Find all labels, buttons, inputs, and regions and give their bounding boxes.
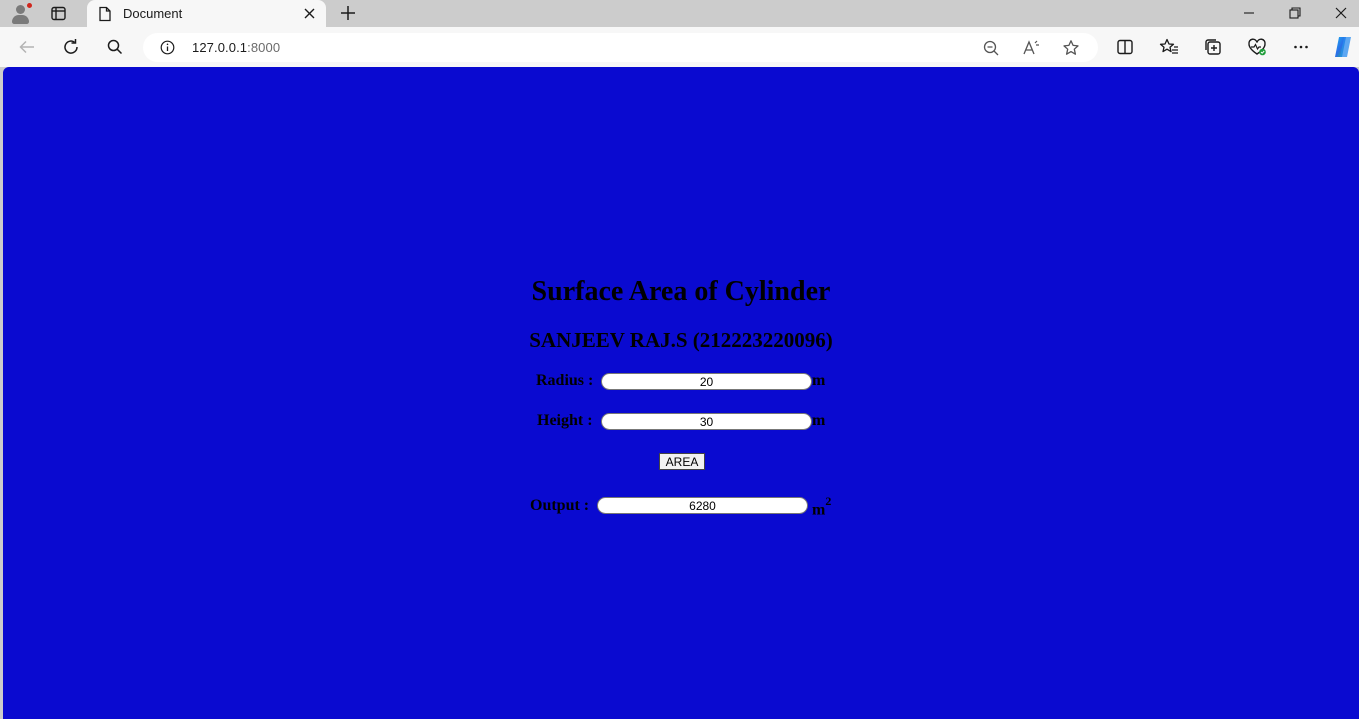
search-icon[interactable] bbox=[105, 37, 125, 57]
close-icon[interactable] bbox=[302, 6, 317, 21]
output-unit-base: m bbox=[812, 501, 826, 519]
tab-actions-icon[interactable] bbox=[50, 5, 67, 22]
info-icon[interactable] bbox=[160, 40, 175, 55]
restore-button[interactable] bbox=[1272, 0, 1318, 27]
output-field[interactable] bbox=[597, 497, 808, 514]
output-unit-exponent: 2 bbox=[825, 494, 832, 508]
favorite-star-icon[interactable] bbox=[1062, 39, 1080, 57]
address-bar[interactable]: 127.0.0.1:8000 bbox=[143, 33, 1098, 62]
refresh-icon[interactable] bbox=[61, 37, 81, 57]
back-icon[interactable] bbox=[17, 37, 37, 57]
page-viewport: Surface Area of Cylinder SANJEEV RAJ.S (… bbox=[3, 67, 1359, 719]
height-unit: m bbox=[812, 412, 826, 429]
document-icon bbox=[99, 6, 111, 22]
read-aloud-icon[interactable] bbox=[1022, 39, 1040, 57]
output-label: Output : bbox=[530, 497, 590, 514]
more-icon[interactable] bbox=[1291, 37, 1311, 57]
new-tab-icon[interactable] bbox=[339, 4, 357, 22]
radius-label: Radius : bbox=[536, 372, 594, 389]
minimize-icon bbox=[1244, 12, 1254, 14]
profile-icon[interactable] bbox=[10, 2, 33, 25]
browser-toolbar: 127.0.0.1:8000 bbox=[0, 27, 1359, 67]
page-subtitle: SANJEEV RAJ.S (212223220096) bbox=[529, 328, 833, 352]
radius-input[interactable] bbox=[601, 373, 812, 390]
area-button[interactable]: AREA bbox=[659, 453, 705, 470]
window-close-button[interactable] bbox=[1318, 0, 1359, 27]
url-host: 127.0.0.1 bbox=[192, 40, 248, 55]
browser-essentials-icon[interactable] bbox=[1247, 37, 1267, 57]
page-title: Surface Area of Cylinder bbox=[531, 276, 831, 307]
tab-title: Document bbox=[123, 6, 183, 21]
height-label: Height : bbox=[537, 412, 593, 429]
url-text[interactable]: 127.0.0.1:8000 bbox=[192, 40, 280, 55]
output-unit: m2 bbox=[812, 494, 832, 519]
radius-unit: m bbox=[812, 372, 826, 389]
copilot-icon[interactable] bbox=[1331, 35, 1355, 59]
favorites-icon[interactable] bbox=[1159, 37, 1179, 57]
collections-icon[interactable] bbox=[1203, 37, 1223, 57]
tab-document[interactable]: Document bbox=[87, 0, 326, 27]
restore-icon bbox=[1289, 7, 1301, 19]
url-port: :8000 bbox=[247, 40, 281, 55]
window-close-icon bbox=[1335, 7, 1347, 19]
split-screen-icon[interactable] bbox=[1115, 37, 1135, 57]
tab-strip: Document bbox=[0, 0, 1359, 27]
minimize-button[interactable] bbox=[1226, 0, 1272, 27]
height-input[interactable] bbox=[601, 413, 812, 430]
zoom-out-icon[interactable] bbox=[982, 39, 1000, 57]
